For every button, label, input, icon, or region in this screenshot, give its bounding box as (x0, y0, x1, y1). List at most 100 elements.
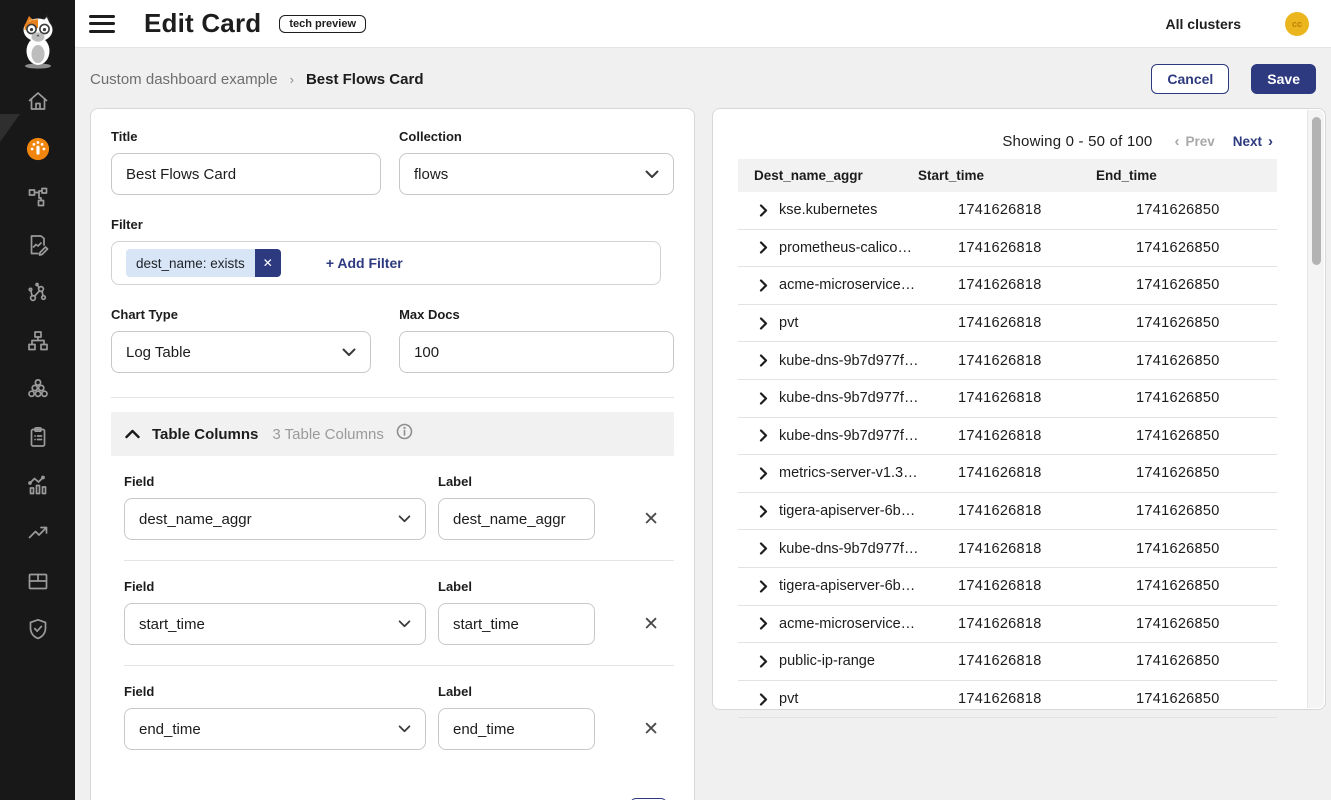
breadcrumb: Custom dashboard example › Best Flows Ca… (90, 60, 1316, 98)
cell-end-time: 1741626850 (1136, 353, 1277, 369)
all-clusters-selector[interactable]: All clusters (1166, 16, 1241, 32)
cell-start-time: 1741626818 (958, 691, 1136, 707)
cell-end-time: 1741626850 (1136, 202, 1277, 218)
table-row[interactable]: metrics-server-v1.3… 1741626818 17416268… (738, 455, 1277, 493)
expand-row-chevron-icon[interactable] (759, 429, 773, 442)
analytics-icon[interactable] (26, 473, 50, 497)
chart-type-label: Chart Type (111, 307, 371, 322)
table-row[interactable]: kube-dns-9b7d977f… 1741626818 1741626850 (738, 418, 1277, 456)
field-value: end_time (139, 721, 201, 738)
cell-end-time: 1741626850 (1136, 691, 1277, 707)
scrollbar-thumb[interactable] (1312, 117, 1321, 265)
title-input[interactable] (111, 153, 381, 195)
top-bar: Edit Card tech preview All clusters cc (75, 0, 1331, 48)
expand-row-chevron-icon[interactable] (759, 317, 773, 330)
packages-icon[interactable] (26, 569, 50, 593)
network-graph-icon[interactable] (26, 281, 50, 305)
breadcrumb-parent-link[interactable]: Custom dashboard example (90, 71, 278, 88)
cell-end-time: 1741626850 (1136, 428, 1277, 444)
table-row[interactable]: pvt 1741626818 1741626850 (738, 681, 1277, 719)
security-shield-icon[interactable] (26, 617, 50, 641)
prev-page-button[interactable]: ‹ Prev (1174, 133, 1214, 150)
cell-end-time: 1741626850 (1136, 390, 1277, 406)
expand-row-chevron-icon[interactable] (759, 279, 773, 292)
field-select[interactable]: end_time (124, 708, 426, 750)
chart-type-select[interactable]: Log Table (111, 331, 371, 373)
home-icon[interactable] (26, 89, 50, 113)
table-row[interactable]: public-ip-range 1741626818 1741626850 (738, 643, 1277, 681)
field-select[interactable]: start_time (124, 603, 426, 645)
table-row[interactable]: prometheus-calico… 1741626818 1741626850 (738, 230, 1277, 268)
chevron-down-icon (398, 725, 411, 733)
logs-icon[interactable] (26, 233, 50, 257)
title-label: Title (111, 129, 381, 144)
table-row[interactable]: acme-microservice… 1741626818 1741626850 (738, 606, 1277, 644)
trends-icon[interactable] (26, 521, 50, 545)
add-filter-button[interactable]: + Add Filter (326, 255, 403, 271)
expand-row-chevron-icon[interactable] (759, 204, 773, 217)
breadcrumb-separator-icon: › (290, 72, 294, 87)
cell-dest-name: kube-dns-9b7d977f… (779, 428, 924, 444)
hamburger-menu-icon[interactable] (89, 15, 115, 33)
cancel-button[interactable]: Cancel (1151, 64, 1229, 94)
collection-select[interactable]: flows (399, 153, 674, 195)
hierarchy-icon[interactable] (26, 329, 50, 353)
max-docs-input[interactable] (399, 331, 674, 373)
cell-dest-name: acme-microservice… (779, 277, 924, 293)
table-row[interactable]: kube-dns-9b7d977f… 1741626818 1741626850 (738, 380, 1277, 418)
label-input[interactable] (438, 708, 595, 750)
cell-dest-name: public-ip-range (779, 653, 924, 669)
dashboards-icon-active[interactable] (26, 137, 50, 161)
expand-row-chevron-icon[interactable] (759, 617, 773, 630)
compliance-reports-icon[interactable] (26, 425, 50, 449)
table-column-row: Field dest_name_aggr Label ✕ (124, 456, 674, 560)
clusters-icon[interactable] (26, 377, 50, 401)
table-row[interactable]: pvt 1741626818 1741626850 (738, 305, 1277, 343)
table-columns-count: 3 Table Columns (272, 426, 383, 443)
cell-end-time: 1741626850 (1136, 653, 1277, 669)
expand-row-chevron-icon[interactable] (759, 354, 773, 367)
table-row[interactable]: tigera-apiserver-6b… 1741626818 17416268… (738, 568, 1277, 606)
column-header-end-time: End_time (1096, 168, 1277, 183)
cell-start-time: 1741626818 (958, 616, 1136, 632)
table-columns-section-header[interactable]: Table Columns 3 Table Columns (111, 412, 674, 456)
sidebar (0, 0, 75, 800)
label-input[interactable] (438, 498, 595, 540)
page-title: Edit Card (144, 8, 261, 39)
calico-cat-logo[interactable] (0, 0, 75, 76)
filter-chip: dest_name: exists ✕ (126, 249, 281, 277)
label-input[interactable] (438, 603, 595, 645)
field-select[interactable]: dest_name_aggr (124, 498, 426, 540)
expand-row-chevron-icon[interactable] (759, 693, 773, 706)
chevron-right-icon: › (1268, 133, 1273, 150)
next-page-button[interactable]: Next › (1233, 133, 1273, 150)
remove-column-button[interactable]: ✕ (643, 720, 659, 739)
expand-row-chevron-icon[interactable] (759, 392, 773, 405)
expand-row-chevron-icon[interactable] (759, 655, 773, 668)
expand-row-chevron-icon[interactable] (759, 542, 773, 555)
filter-box[interactable]: dest_name: exists ✕ + Add Filter (111, 241, 661, 285)
avatar[interactable]: cc (1285, 12, 1309, 36)
table-column-row: Field start_time Label ✕ (124, 560, 674, 665)
collection-label: Collection (399, 129, 674, 144)
expand-row-chevron-icon[interactable] (759, 241, 773, 254)
field-value: dest_name_aggr (139, 511, 252, 528)
table-row[interactable]: kube-dns-9b7d977f… 1741626818 1741626850 (738, 530, 1277, 568)
remove-column-button[interactable]: ✕ (643, 510, 659, 529)
filter-label: Filter (111, 217, 674, 232)
column-header-start-time: Start_time (918, 168, 1096, 183)
cell-end-time: 1741626850 (1136, 541, 1277, 557)
table-row[interactable]: acme-microservice… 1741626818 1741626850 (738, 267, 1277, 305)
table-row[interactable]: kube-dns-9b7d977f… 1741626818 1741626850 (738, 342, 1277, 380)
table-row[interactable]: kse.kubernetes 1741626818 1741626850 (738, 192, 1277, 230)
service-graph-icon[interactable] (26, 185, 50, 209)
expand-row-chevron-icon[interactable] (759, 467, 773, 480)
remove-column-button[interactable]: ✕ (643, 615, 659, 634)
scrollbar-track[interactable] (1307, 110, 1324, 708)
table-row[interactable]: tigera-apiserver-6b… 1741626818 17416268… (738, 493, 1277, 531)
filter-chip-text: dest_name: exists (126, 249, 255, 277)
filter-chip-remove-icon[interactable]: ✕ (255, 249, 281, 277)
save-button[interactable]: Save (1251, 64, 1316, 94)
expand-row-chevron-icon[interactable] (759, 505, 773, 518)
expand-row-chevron-icon[interactable] (759, 580, 773, 593)
